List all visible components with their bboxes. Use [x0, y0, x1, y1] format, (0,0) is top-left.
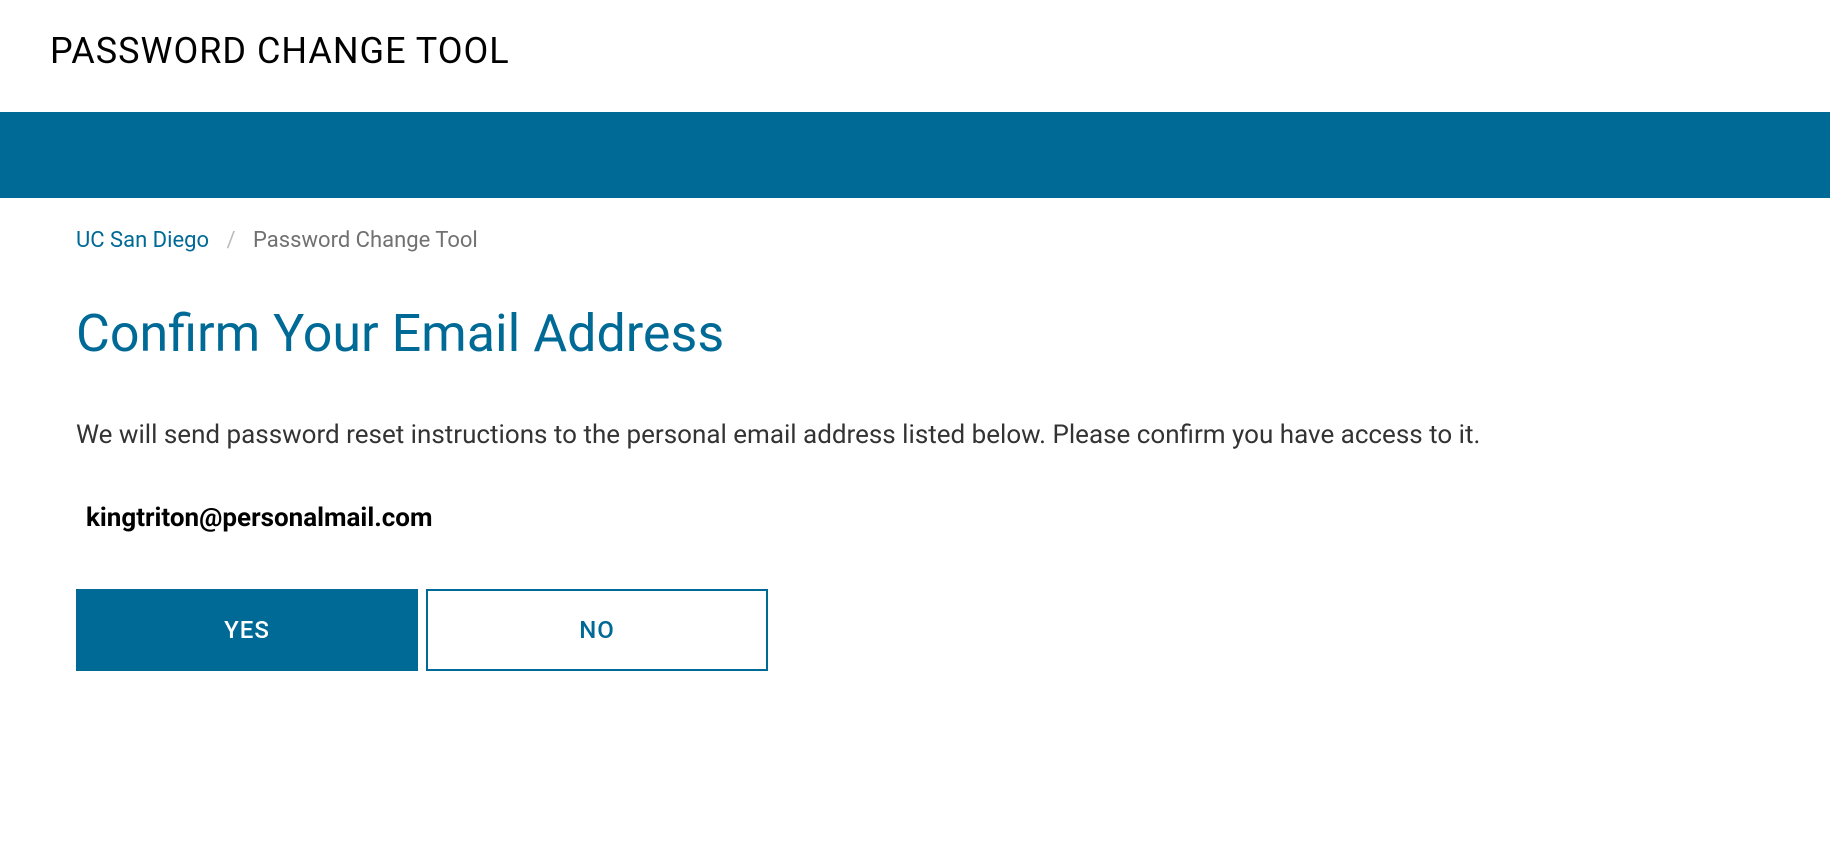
breadcrumb: UC San Diego / Password Change Tool [76, 228, 1754, 253]
breadcrumb-current: Password Change Tool [253, 228, 478, 253]
page-heading: Confirm Your Email Address [76, 303, 1754, 364]
header: PASSWORD CHANGE TOOL [0, 0, 1830, 112]
yes-button[interactable]: YES [76, 589, 418, 671]
no-button[interactable]: NO [426, 589, 768, 671]
breadcrumb-separator: / [227, 228, 236, 253]
content: UC San Diego / Password Change Tool Conf… [0, 198, 1830, 711]
breadcrumb-home-link[interactable]: UC San Diego [76, 228, 209, 253]
page-title: PASSWORD CHANGE TOOL [50, 30, 1780, 72]
email-address: kingtriton@personalmail.com [86, 503, 1754, 533]
instructions-text: We will send password reset instructions… [76, 416, 1754, 455]
banner [0, 112, 1830, 198]
button-row: YES NO [76, 589, 1754, 671]
